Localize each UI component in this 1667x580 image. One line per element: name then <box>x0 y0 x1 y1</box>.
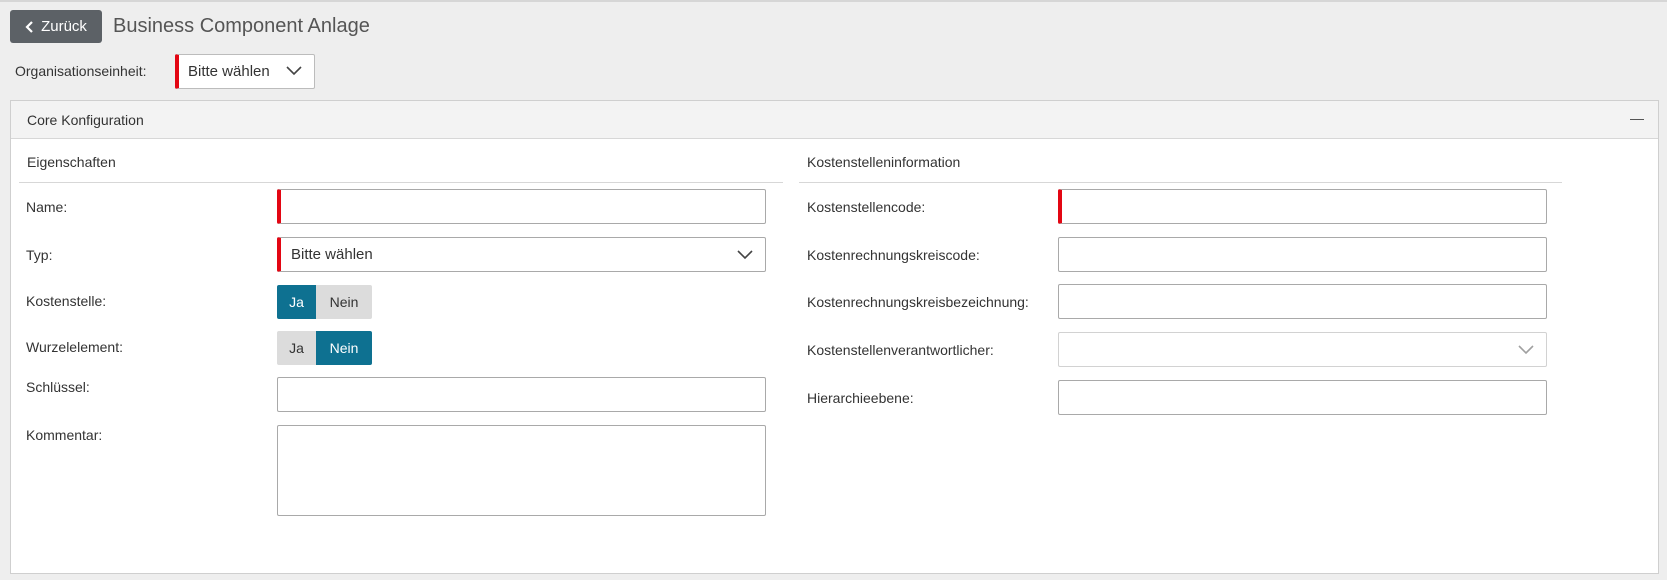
page-title: Business Component Anlage <box>113 15 370 37</box>
kostenstellencode-input[interactable] <box>1058 189 1547 224</box>
hierarchieebene-label: Hierarchieebene: <box>807 390 914 406</box>
core-config-panel: Core Konfiguration Eigenschaften Name: T… <box>10 100 1659 574</box>
name-input[interactable] <box>277 189 766 224</box>
name-label: Name: <box>26 199 68 215</box>
kostenrechnungskreiscode-input[interactable] <box>1058 237 1547 272</box>
kommentar-label: Kommentar: <box>26 427 103 443</box>
org-row: Organisationseinheit: Bitte wählen <box>15 53 315 89</box>
typ-label: Typ: <box>26 247 53 263</box>
wurzelelement-toggle: Ja Nein <box>277 331 372 365</box>
back-button-label: Zurück <box>41 18 87 35</box>
kostenrechnungskreisbezeichnung-label: Kostenrechnungskreisbezeichnung: <box>807 294 1029 310</box>
chevron-down-icon <box>737 250 753 260</box>
kostenrechnungskreisbezeichnung-input[interactable] <box>1058 284 1547 319</box>
org-select-value: Bitte wählen <box>188 62 270 80</box>
kostenstellencode-label: Kostenstellencode: <box>807 199 926 215</box>
schluessel-input[interactable] <box>277 377 766 412</box>
minus-icon <box>1630 119 1644 120</box>
hierarchieebene-input[interactable] <box>1058 380 1547 415</box>
kostenstelle-toggle: Ja Nein <box>277 285 372 319</box>
header: Zurück Business Component Anlage <box>10 10 370 43</box>
typ-select-value: Bitte wählen <box>291 246 373 263</box>
schluessel-label: Schlüssel: <box>26 379 90 395</box>
collapse-button[interactable] <box>1624 109 1652 131</box>
kostenstelle-ja-option[interactable]: Ja <box>277 285 316 319</box>
kostenstelle-label: Kostenstelle: <box>26 293 107 309</box>
typ-select[interactable]: Bitte wählen <box>277 237 766 272</box>
kostenstellenverantwortlicher-select[interactable] <box>1058 332 1547 367</box>
panel-title: Core Konfiguration <box>27 111 144 128</box>
wurzelelement-ja-option[interactable]: Ja <box>277 331 316 365</box>
wurzelelement-label: Wurzelelement: <box>26 339 124 355</box>
kostenrechnungskreiscode-label: Kostenrechnungskreiscode: <box>807 247 980 263</box>
kostenstelle-nein-option[interactable]: Nein <box>316 285 372 319</box>
chevron-left-icon <box>25 20 33 33</box>
panel-header: Core Konfiguration <box>11 101 1658 139</box>
chevron-down-icon <box>1518 345 1534 355</box>
kostenstellenverantwortlicher-label: Kostenstellenverantwortlicher: <box>807 342 994 358</box>
org-label: Organisationseinheit: <box>15 63 147 79</box>
org-select[interactable]: Bitte wählen <box>175 53 315 89</box>
chevron-down-icon <box>286 65 302 75</box>
kommentar-textarea[interactable] <box>277 425 766 516</box>
wurzelelement-nein-option[interactable]: Nein <box>316 331 372 365</box>
section-title-eigenschaften: Eigenschaften <box>19 141 783 183</box>
section-title-kostenstelleninformation: Kostenstelleninformation <box>799 141 1562 183</box>
back-button[interactable]: Zurück <box>10 10 102 43</box>
